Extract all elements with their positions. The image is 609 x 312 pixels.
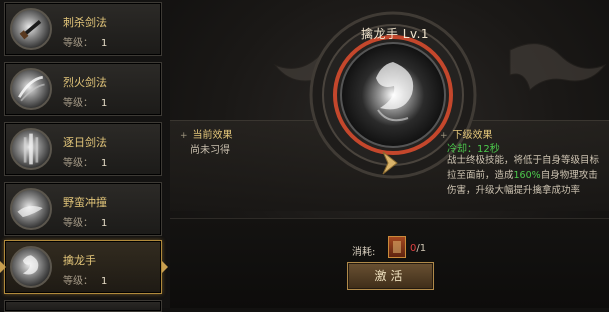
- cost-count: 0/1: [410, 243, 426, 254]
- next-effect-description: 战士终极技能，将低于自身等级目标拉至面前，造成160%自身物理攻击伤害，升级大幅…: [447, 153, 603, 198]
- skill-book-icon: [388, 236, 406, 258]
- skill-item-cisha[interactable]: 刺杀剑法 等级： 1: [4, 2, 162, 56]
- skill-level: 等级： 1: [63, 272, 107, 287]
- skill-name: 刺杀剑法: [63, 16, 107, 29]
- level-value: 1: [101, 276, 108, 287]
- skill-item-liehuo[interactable]: 烈火剑法 等级： 1: [4, 62, 162, 116]
- current-effect-title-text: 当前效果: [192, 130, 233, 141]
- skill-level: 等级： 1: [63, 34, 107, 49]
- skill-name: 烈火剑法: [63, 76, 107, 89]
- sun-chase-sword-icon: [10, 128, 52, 170]
- cost-label: 消耗:: [352, 247, 376, 258]
- savage-charge-icon: [10, 188, 52, 230]
- skill-item-zhuri[interactable]: 逐日剑法 等级： 1: [4, 122, 162, 176]
- selected-right-arrow-icon: [162, 261, 168, 273]
- plus-icon: +: [180, 131, 188, 141]
- skill-level: 等级： 1: [63, 214, 107, 229]
- activate-button[interactable]: 激活: [347, 262, 434, 290]
- skill-level: 等级： 1: [63, 94, 107, 109]
- skill-title: 擒龙手 Lv.1: [360, 27, 430, 41]
- next-level-arrow-icon: [382, 151, 398, 175]
- sword-thrust-icon: [10, 8, 52, 50]
- level-value: 1: [101, 158, 108, 169]
- skill-name: 野蛮冲撞: [63, 196, 107, 209]
- level-label: 等级：: [63, 218, 93, 229]
- skill-name: 逐日剑法: [63, 136, 107, 149]
- level-value: 1: [101, 98, 108, 109]
- skill-detail-panel: 擒龙手 Lv.1 + 当前效果 尚未习得 + 下级效果 冷却：12秒 战士终极技能，…: [170, 0, 609, 308]
- level-label: 等级：: [63, 98, 93, 109]
- selected-left-arrow-icon: [0, 261, 6, 273]
- level-label: 等级：: [63, 38, 93, 49]
- dragon-ornament-right-icon: [509, 43, 607, 91]
- current-effect-title: + 当前效果: [180, 126, 233, 141]
- fire-slash-icon: [10, 68, 52, 110]
- dragon-grab-icon: [10, 246, 52, 288]
- skill-name: 擒龙手: [63, 254, 96, 267]
- desc-highlight: 160%: [513, 170, 541, 181]
- skill-item-qinlong[interactable]: 擒龙手 等级： 1: [0, 240, 168, 294]
- skill-list: 刺杀剑法 等级： 1 烈火剑法 等级： 1 逐日剑法 等级： 1 野蛮冲撞 等级…: [0, 0, 170, 312]
- next-effect-title: + 下级效果: [440, 126, 493, 141]
- level-label: 等级：: [63, 158, 93, 169]
- level-label: 等级：: [63, 276, 93, 287]
- skill-item-partial[interactable]: [4, 300, 162, 312]
- level-value: 1: [101, 218, 108, 229]
- skill-level: 等级： 1: [63, 154, 107, 169]
- current-effect-text: 尚未习得: [190, 145, 230, 156]
- level-value: 1: [101, 38, 108, 49]
- cost-need: 1: [419, 243, 427, 254]
- skill-item-yeman[interactable]: 野蛮冲撞 等级： 1: [4, 182, 162, 236]
